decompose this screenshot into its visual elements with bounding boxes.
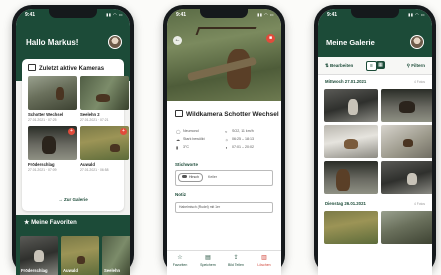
filter-icon: ⚲ xyxy=(406,63,410,68)
recent-cameras-card: Zuletzt aktive Kameras Schotter Wechsel … xyxy=(22,59,129,211)
gallery-photo[interactable] xyxy=(324,125,378,158)
notch xyxy=(49,9,97,18)
gallery-title: Meine Galerie xyxy=(326,38,375,47)
edit-button[interactable]: ⇅ Bearbeiten xyxy=(325,63,353,69)
thermometer-icon: ▮ xyxy=(176,145,179,150)
camera-thumb[interactable]: + xyxy=(80,126,129,160)
camera-thumb[interactable] xyxy=(28,76,77,110)
notes-title: Notiz xyxy=(175,192,186,197)
greeting: Hallo Markus! xyxy=(26,38,79,47)
phone-gallery: 9:41 ▮▮ ◠ ▭ Meine Galerie ⇅ Bearbeiten ≡… xyxy=(314,5,436,275)
bottom-nav: ☆ Favoriten ▤ Speichern ⇪ Bild Teilen ▥ Lösc… xyxy=(167,250,281,275)
favorite-name: Fröderschlag xyxy=(21,268,48,273)
trash-icon: ▥ xyxy=(261,255,267,261)
note-field[interactable]: Habelmisch (Rudel) mit 1er xyxy=(175,202,273,213)
filter-button[interactable]: ⚲ Filtern xyxy=(407,63,425,69)
status-time: 9:41 xyxy=(25,12,36,18)
favorite-name: Seelehn xyxy=(104,268,121,273)
favorites-title: ★ Meine Favoriten xyxy=(24,220,77,226)
status-icons: ▮▮ ◠ ▭ xyxy=(408,12,425,17)
camera-date: 27.01.2021 · 07:21 xyxy=(80,118,109,122)
status-time: 9:41 xyxy=(327,12,338,18)
detail-moonrise: 07:01 – 20:02 xyxy=(232,145,254,149)
status-time: 9:41 xyxy=(176,12,187,18)
day-count: 4 Fotos xyxy=(414,80,425,84)
avatar[interactable] xyxy=(108,35,122,49)
save-icon: ▤ xyxy=(205,255,211,261)
camera-name: Seelehn 2 xyxy=(80,112,100,117)
wind-icon: ≈ xyxy=(225,129,228,134)
moon-icon: ◯ xyxy=(176,129,181,134)
nav-save[interactable]: ▤ Speichern xyxy=(197,255,219,267)
favorites-section: ★ Meine Favoriten Fröderschlag Auwald Se… xyxy=(16,215,130,275)
share-icon: ⇪ xyxy=(233,255,239,261)
camera-icon xyxy=(175,110,183,117)
gallery-photo[interactable] xyxy=(324,211,378,244)
sort-icon: ⇅ xyxy=(325,63,329,68)
favorite-badge-icon: + xyxy=(120,128,127,135)
back-arrow-icon[interactable]: ← xyxy=(173,36,182,45)
gallery-photo[interactable] xyxy=(381,161,432,194)
camera-date: 27.01.2021 · 07:09 xyxy=(28,168,57,172)
detail-photo[interactable] xyxy=(167,9,281,101)
star-icon: ★ xyxy=(24,220,30,226)
camera-name: Fröderschlag xyxy=(28,162,55,167)
gallery-photo[interactable] xyxy=(381,125,432,158)
camera-thumb[interactable] xyxy=(80,76,129,110)
day-count: 4 Fotos xyxy=(414,202,425,206)
detail-screen: 9:41 ▮▮ ◠ ▭ ← ■ Wildkamera Schotter Wech… xyxy=(167,9,281,275)
home-screen: 9:41 ▮▮ ◠ ▭ Hallo Markus! Zuletzt aktive… xyxy=(16,9,130,275)
detail-weather: Stark bewölkt xyxy=(183,137,205,141)
grid-view-icon[interactable]: ▦ xyxy=(376,61,385,69)
status-icons: ▮▮ ◠ ▭ xyxy=(257,12,274,17)
camera-icon xyxy=(28,64,36,71)
camera-name: Auwald xyxy=(80,162,95,167)
moonrise-icon: ◑ xyxy=(225,145,228,150)
gallery-photo[interactable] xyxy=(324,161,378,194)
camera-date: 27.01.2021 · 06:58 xyxy=(80,168,109,172)
status-icons: ▮▮ ◠ ▭ xyxy=(106,12,123,17)
detail-wind: SO2, 11 km/h xyxy=(232,129,254,133)
cloud-icon: ☁ xyxy=(176,137,180,142)
notch xyxy=(351,9,399,18)
detail-title: Wildkamera Schotter Wechsel xyxy=(175,110,279,118)
gallery-link[interactable]: → Zur Galerie xyxy=(22,197,124,202)
notch xyxy=(200,9,248,18)
favorite-badge-icon: + xyxy=(68,128,75,135)
keywords-title: Stichworte xyxy=(175,162,199,167)
gallery-photo[interactable] xyxy=(381,211,432,244)
detail-temp: 3°C xyxy=(183,145,190,149)
gallery-screen: 9:41 ▮▮ ◠ ▭ Meine Galerie ⇅ Bearbeiten ≡… xyxy=(318,9,432,275)
detail-moon: Neumond xyxy=(183,129,199,133)
camera-date: 27.01.2021 · 07:25 xyxy=(28,118,57,122)
day-header: Mittwoch 27.01.2021 xyxy=(325,79,367,84)
phone-home: 9:41 ▮▮ ◠ ▭ Hallo Markus! Zuletzt aktive… xyxy=(12,5,134,275)
keyword-extra: Keiler xyxy=(208,175,217,179)
gallery-photo[interactable] xyxy=(324,89,378,122)
sun-icon: ☼ xyxy=(225,137,229,142)
delete-top-icon[interactable]: ■ xyxy=(266,34,275,43)
avatar[interactable] xyxy=(410,35,424,49)
camera-thumb[interactable]: + xyxy=(28,126,77,160)
nav-favorites[interactable]: ☆ Favoriten xyxy=(169,255,191,267)
recent-title: Zuletzt aktive Kameras xyxy=(28,64,104,72)
nav-share[interactable]: ⇪ Bild Teilen xyxy=(225,255,247,267)
favorite-name: Auwald xyxy=(63,268,78,273)
gallery-photo[interactable] xyxy=(381,89,432,122)
star-icon: ☆ xyxy=(177,255,183,261)
camera-name: Schotter Wechsel xyxy=(28,112,64,117)
day-header: Dienstag 26.01.2021 xyxy=(325,201,366,206)
phone-detail: 9:41 ▮▮ ◠ ▭ ← ■ Wildkamera Schotter Wech… xyxy=(163,5,285,275)
detail-sun: 06:25 – 18:13 xyxy=(232,137,254,141)
keyword-chip[interactable]: Hirsch xyxy=(178,173,203,182)
nav-delete[interactable]: ▥ Löschen xyxy=(253,255,275,267)
